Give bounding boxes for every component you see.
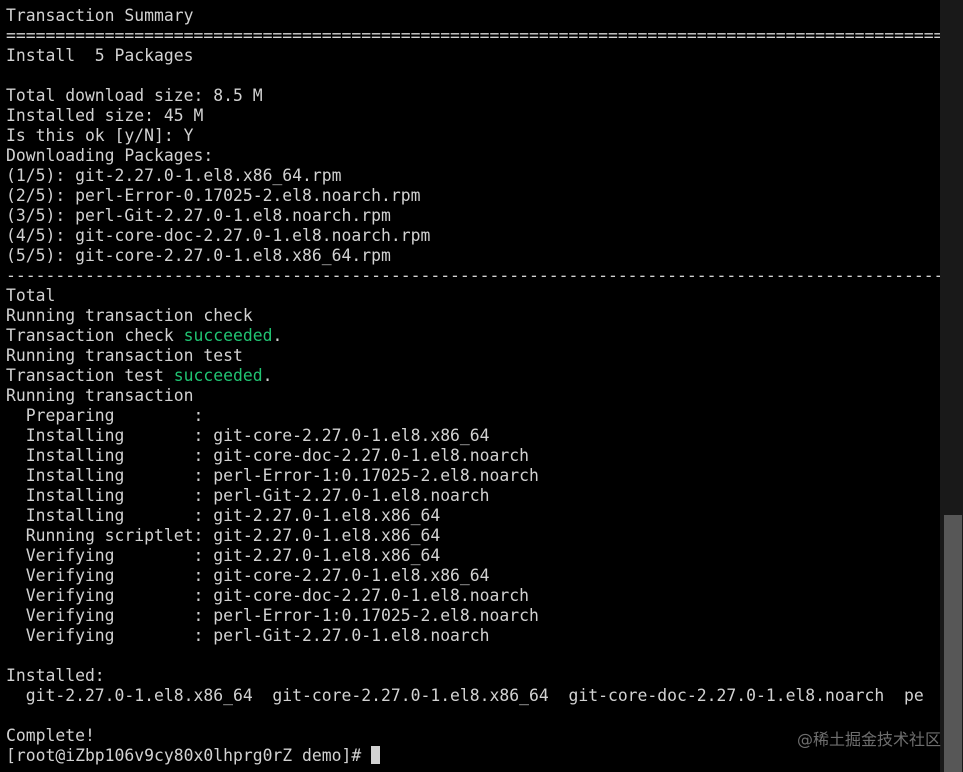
terminal-line: Total (6, 286, 56, 305)
terminal-line: Running transaction check (6, 306, 253, 325)
terminal-line: Installing : git-core-2.27.0-1.el8.x86_6… (6, 426, 490, 445)
shell-prompt: [root@iZbp106v9cy80x0lhprg0rZ demo]# (6, 746, 372, 765)
status-succeeded: succeeded (173, 366, 263, 385)
status-succeeded: succeeded (183, 326, 273, 345)
terminal-line: Running transaction (6, 386, 194, 405)
watermark: @稀土掘金技术社区 (796, 730, 941, 749)
separator-line: ----------------------------------------… (6, 266, 940, 285)
scrollbar-thumb[interactable] (944, 515, 962, 772)
terminal-line: Installing : perl-Error-1:0.17025-2.el8.… (6, 466, 539, 485)
terminal-line: Running transaction test (6, 346, 243, 365)
terminal-line: Running scriptlet: git-2.27.0-1.el8.x86_… (6, 526, 441, 545)
line-text: Transaction test (6, 366, 174, 385)
terminal-line: Total download size: 8.5 M (6, 86, 263, 105)
separator-line: ========================================… (6, 26, 940, 45)
terminal-line: (4/5): git-core-doc-2.27.0-1.el8.noarch.… (6, 226, 431, 245)
terminal-line: Transaction test succeeded. (6, 366, 940, 386)
terminal-line: Verifying : git-core-2.27.0-1.el8.x86_64 (6, 566, 490, 585)
terminal-line: Installed: (6, 666, 105, 685)
terminal-line: git-2.27.0-1.el8.x86_64 git-core-2.27.0-… (6, 686, 924, 705)
line-text: . (262, 366, 273, 385)
terminal-line: Is this ok [y/N]: Y (6, 126, 194, 145)
text-cursor (371, 746, 381, 764)
terminal-line: Transaction check succeeded. (6, 326, 940, 346)
terminal-line: (2/5): perl-Error-0.17025-2.el8.noarch.r… (6, 186, 421, 205)
line-text: Transaction check (6, 326, 184, 345)
terminal-window[interactable]: Transaction Summary =====================… (0, 0, 940, 772)
terminal-output: Transaction Summary =====================… (6, 6, 940, 766)
terminal-line: Installed size: 45 M (6, 106, 204, 125)
terminal-line: Transaction Summary (6, 6, 194, 25)
terminal-line: (5/5): git-core-2.27.0-1.el8.x86_64.rpm (6, 246, 391, 265)
terminal-line: Verifying : perl-Error-1:0.17025-2.el8.n… (6, 606, 539, 625)
terminal-line: Installing : perl-Git-2.27.0-1.el8.noarc… (6, 486, 490, 505)
terminal-line: Installing : git-core-doc-2.27.0-1.el8.n… (6, 446, 530, 465)
terminal-line: Verifying : git-core-doc-2.27.0-1.el8.no… (6, 586, 530, 605)
terminal-line: Verifying : git-2.27.0-1.el8.x86_64 (6, 546, 441, 565)
terminal-line: Installing : git-2.27.0-1.el8.x86_64 (6, 506, 441, 525)
terminal-line: (1/5): git-2.27.0-1.el8.x86_64.rpm (6, 166, 342, 185)
terminal-line: (3/5): perl-Git-2.27.0-1.el8.noarch.rpm (6, 206, 391, 225)
terminal-line: Downloading Packages: (6, 146, 214, 165)
vertical-scrollbar[interactable] (940, 0, 963, 772)
terminal-line: Preparing : (6, 406, 204, 425)
terminal-line: Install 5 Packages (6, 46, 194, 65)
line-text: . (272, 326, 283, 345)
terminal-line: Verifying : perl-Git-2.27.0-1.el8.noarch (6, 626, 490, 645)
